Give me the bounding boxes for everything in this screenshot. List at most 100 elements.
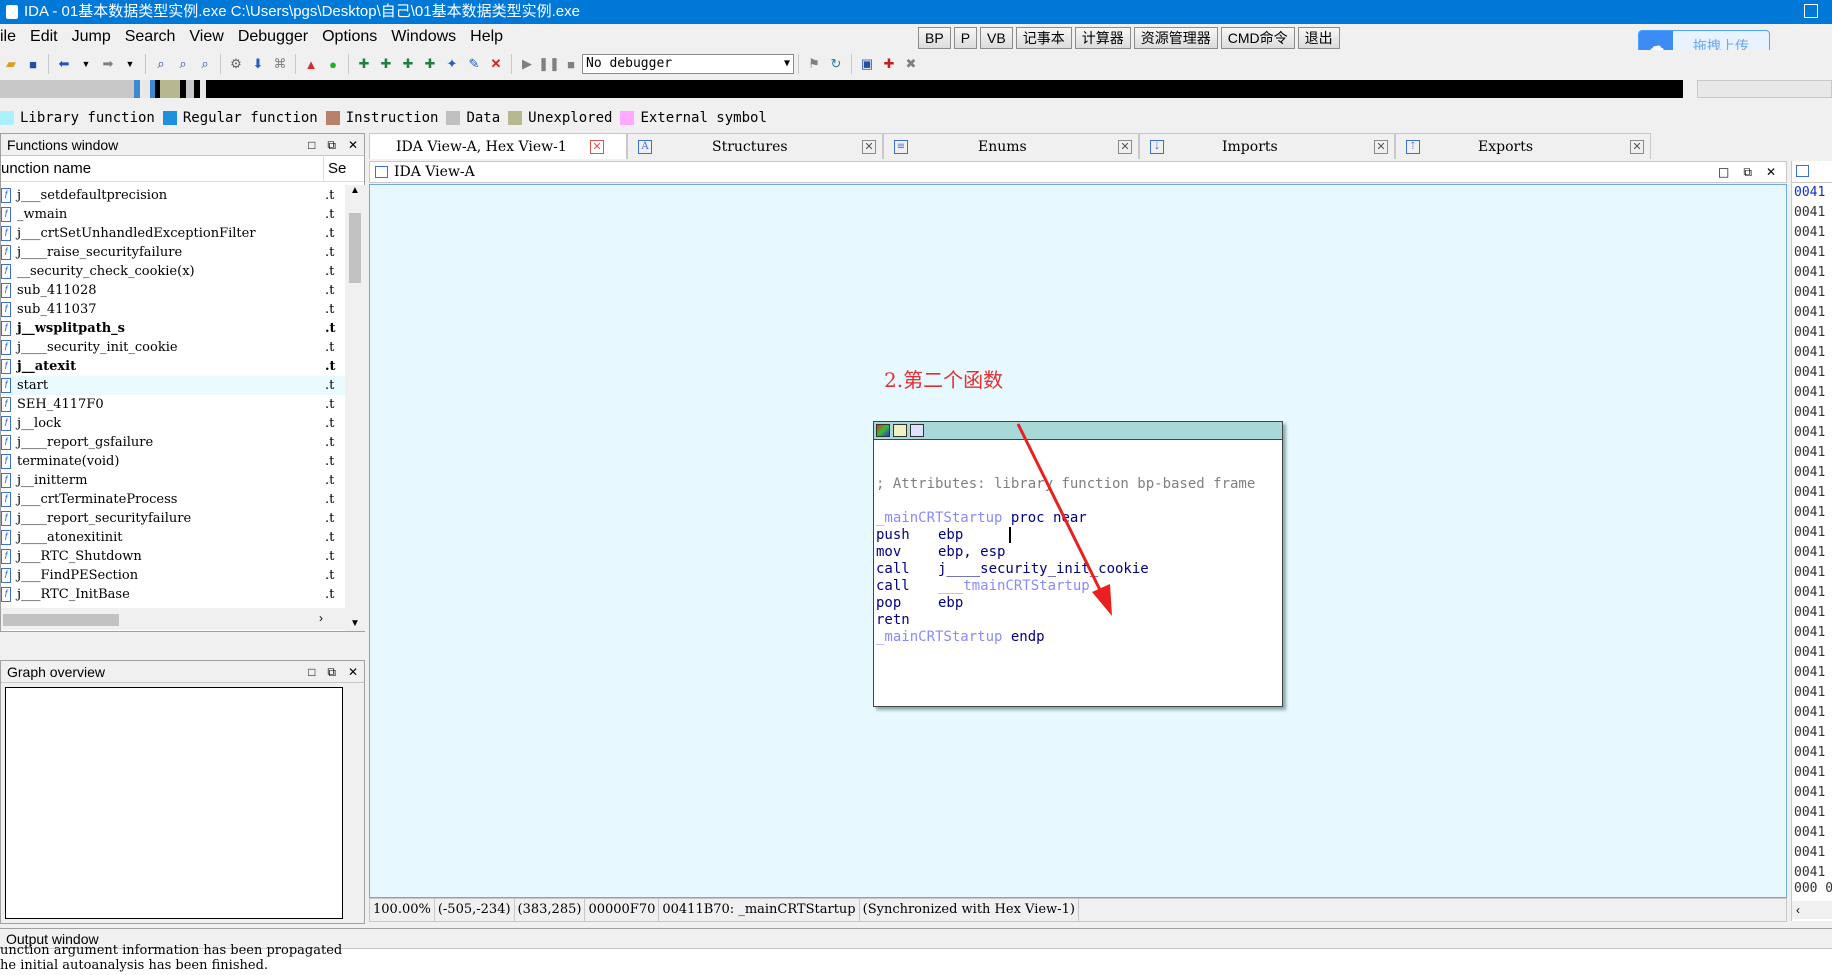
- close-tab-icon[interactable]: ✕: [1374, 140, 1388, 154]
- hex-horizontal-scrollbar[interactable]: ‹: [1792, 901, 1832, 919]
- hex-view-icon[interactable]: [1796, 165, 1809, 177]
- endp-label[interactable]: _mainCRTStartup: [876, 629, 1002, 645]
- hex-address[interactable]: 0041: [1792, 463, 1832, 483]
- vertical-scrollbar[interactable]: ▲ ▼: [345, 185, 365, 631]
- jump-down-icon[interactable]: ⬇: [249, 55, 267, 73]
- restore-window-button[interactable]: [1804, 4, 1818, 18]
- delete-icon[interactable]: ✕: [487, 55, 505, 73]
- open-folder-icon[interactable]: ▰: [2, 55, 20, 73]
- search-immediate-icon[interactable]: ⌕: [196, 55, 214, 73]
- scroll-thumb[interactable]: [3, 614, 119, 626]
- hex-address[interactable]: 0041: [1792, 703, 1832, 723]
- hex-address[interactable]: 0041: [1792, 343, 1832, 363]
- p-button[interactable]: P: [953, 27, 978, 49]
- refresh-icon[interactable]: ↻: [827, 55, 845, 73]
- hex-address[interactable]: 0041: [1792, 743, 1832, 763]
- menu-windows[interactable]: Windows: [384, 28, 463, 46]
- scroll-left-icon[interactable]: ‹: [1792, 903, 1800, 917]
- tab-exports[interactable]: ⇡ Exports ✕: [1395, 133, 1651, 159]
- run-icon[interactable]: ▶: [518, 55, 536, 73]
- function-row[interactable]: f __security_check_cookie(x) .t: [1, 262, 345, 281]
- remove-breakpoint-icon[interactable]: ✖: [902, 55, 920, 73]
- hex-address[interactable]: 0041: [1792, 243, 1832, 263]
- forward-dropdown-icon[interactable]: ▼: [121, 55, 139, 73]
- notepad-button[interactable]: 记事本: [1015, 27, 1072, 49]
- maximize-icon[interactable]: □: [1718, 162, 1729, 182]
- graph-icon[interactable]: ▲: [302, 55, 320, 73]
- function-row[interactable]: f _wmain .t: [1, 205, 345, 224]
- hex-address[interactable]: 0041: [1792, 183, 1832, 203]
- menu-help[interactable]: Help: [463, 28, 510, 46]
- function-row[interactable]: f j____report_gsfailure .t: [1, 433, 345, 452]
- hex-address[interactable]: 0041: [1792, 283, 1832, 303]
- patch-icon[interactable]: ⚙: [227, 55, 245, 73]
- calculator-button[interactable]: 计算器: [1074, 27, 1131, 49]
- hex-address[interactable]: 0041: [1792, 383, 1832, 403]
- close-tab-icon[interactable]: ✕: [862, 140, 876, 154]
- hex-address[interactable]: 0041: [1792, 403, 1832, 423]
- green-circle-icon[interactable]: ●: [324, 55, 342, 73]
- add-segment-icon[interactable]: ✚: [355, 55, 373, 73]
- scroll-right-icon[interactable]: ›: [319, 611, 323, 625]
- search-binary-icon[interactable]: ⌕: [174, 55, 192, 73]
- hex-address[interactable]: 0041: [1792, 443, 1832, 463]
- function-row[interactable]: f j___RTC_InitBase .t: [1, 585, 345, 604]
- close-tab-icon[interactable]: ✕: [1118, 140, 1132, 154]
- stop-icon[interactable]: ■: [562, 55, 580, 73]
- navigation-band[interactable]: [0, 80, 1683, 98]
- scroll-up-icon[interactable]: ▲: [345, 185, 365, 196]
- maximize-icon[interactable]: □: [308, 134, 315, 156]
- forward-icon[interactable]: ➡: [99, 55, 117, 73]
- script-icon[interactable]: ⌘: [271, 55, 289, 73]
- float-icon[interactable]: ⧉: [1743, 162, 1752, 182]
- node-edit-icon[interactable]: [893, 424, 907, 437]
- edit-icon[interactable]: ✎: [465, 55, 483, 73]
- hex-address[interactable]: 0041: [1792, 823, 1832, 843]
- search-text-icon[interactable]: ⌕: [152, 55, 170, 73]
- back-dropdown-icon[interactable]: ▼: [77, 55, 95, 73]
- hex-address[interactable]: 0041: [1792, 683, 1832, 703]
- back-icon[interactable]: ⬅: [55, 55, 73, 73]
- plugin-icon[interactable]: ▣: [858, 55, 876, 73]
- function-row[interactable]: f j____raise_securityfailure .t: [1, 243, 345, 262]
- add-breakpoint-icon[interactable]: ✚: [880, 55, 898, 73]
- hex-address[interactable]: 0041: [1792, 563, 1832, 583]
- float-icon[interactable]: ⧉: [327, 661, 336, 683]
- tab-imports[interactable]: ⇣ Imports ✕: [1139, 133, 1395, 159]
- close-icon[interactable]: ✕: [348, 134, 358, 156]
- breakpoint-icon[interactable]: ✦: [443, 55, 461, 73]
- pause-icon[interactable]: ❚❚: [538, 55, 560, 73]
- tab-structures[interactable]: A Structures ✕: [627, 133, 883, 159]
- hex-address[interactable]: 0041: [1792, 623, 1832, 643]
- attach-icon[interactable]: ⚑: [805, 55, 823, 73]
- hex-address[interactable]: 0041: [1792, 263, 1832, 283]
- maximize-icon[interactable]: □: [308, 661, 315, 683]
- add-struct-icon[interactable]: ✚: [377, 55, 395, 73]
- menu-view[interactable]: View: [182, 28, 230, 46]
- hex-address[interactable]: 0041: [1792, 643, 1832, 663]
- hex-address[interactable]: 0041: [1792, 783, 1832, 803]
- function-row[interactable]: f sub_411037 .t: [1, 300, 345, 319]
- hex-address[interactable]: 0041: [1792, 303, 1832, 323]
- menu-edit[interactable]: Edit: [23, 28, 65, 46]
- menu-debugger[interactable]: Debugger: [231, 28, 315, 46]
- function-row[interactable]: f j____security_init_cookie .t: [1, 338, 345, 357]
- add-enum-icon[interactable]: ✚: [399, 55, 417, 73]
- float-icon[interactable]: ⧉: [327, 134, 336, 156]
- save-icon[interactable]: ■: [24, 55, 42, 73]
- column-segment[interactable]: Se: [323, 156, 346, 181]
- exit-button[interactable]: 退出: [1297, 27, 1340, 49]
- hex-address[interactable]: 0041: [1792, 323, 1832, 343]
- explorer-button[interactable]: 资源管理器: [1133, 27, 1218, 49]
- hex-address[interactable]: 0041: [1792, 723, 1832, 743]
- menu-options[interactable]: Options: [315, 28, 384, 46]
- function-row[interactable]: f SEH_4117F0 .t: [1, 395, 345, 414]
- hex-address[interactable]: 0041: [1792, 523, 1832, 543]
- close-icon[interactable]: ✕: [1766, 162, 1776, 182]
- hex-address[interactable]: 0041: [1792, 543, 1832, 563]
- hex-address[interactable]: 0041: [1792, 763, 1832, 783]
- column-function-name[interactable]: unction name: [1, 156, 323, 181]
- function-row[interactable]: f j__initterm .t: [1, 471, 345, 490]
- bp-button[interactable]: BP: [918, 27, 951, 49]
- hex-address[interactable]: 0041: [1792, 663, 1832, 683]
